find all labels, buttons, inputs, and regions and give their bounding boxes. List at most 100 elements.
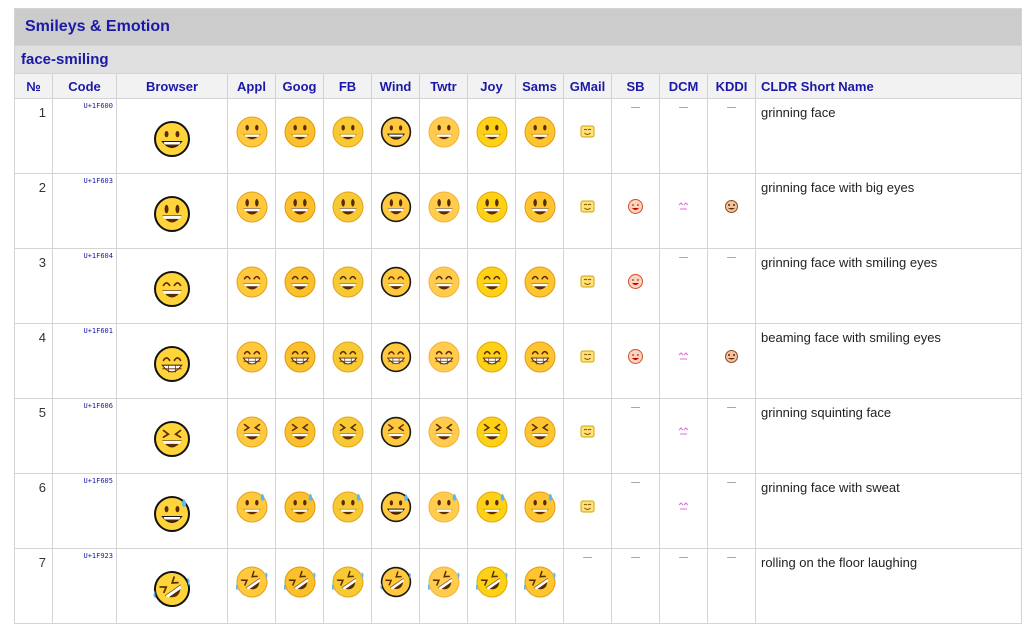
twtr-emoji[interactable] <box>419 98 468 174</box>
twtr-emoji[interactable] <box>419 248 468 324</box>
sb-emoji[interactable] <box>611 248 660 324</box>
kddi-missing-dash[interactable] <box>707 98 756 174</box>
column-header-browser[interactable]: Browser <box>116 73 228 99</box>
joy-emoji[interactable] <box>467 473 516 549</box>
fb-emoji[interactable] <box>323 548 372 624</box>
column-header-cldr-name[interactable]: CLDR Short Name <box>754 73 1023 99</box>
wind-emoji[interactable] <box>371 323 420 399</box>
gmail-missing-dash[interactable] <box>563 548 612 624</box>
gmail-emoji[interactable] <box>563 248 612 324</box>
fb-emoji[interactable] <box>323 248 372 324</box>
wind-emoji[interactable] <box>371 173 420 249</box>
sams-emoji[interactable] <box>515 248 564 324</box>
appl-emoji[interactable] <box>227 98 276 174</box>
sb-missing-dash[interactable] <box>611 398 660 474</box>
sams-emoji[interactable] <box>515 473 564 549</box>
gmail-emoji[interactable] <box>563 398 612 474</box>
code-link[interactable]: U+1F606 <box>52 398 117 474</box>
column-header-gmail[interactable]: GMail <box>563 73 612 99</box>
fb-emoji[interactable] <box>323 398 372 474</box>
column-header-dcm[interactable]: DCM <box>659 73 708 99</box>
joy-emoji[interactable] <box>467 398 516 474</box>
twtr-emoji[interactable] <box>419 173 468 249</box>
fb-emoji[interactable] <box>323 473 372 549</box>
appl-emoji[interactable] <box>227 548 276 624</box>
appl-emoji[interactable] <box>227 248 276 324</box>
kddi-missing-dash[interactable] <box>707 398 756 474</box>
wind-emoji[interactable] <box>371 473 420 549</box>
goog-emoji[interactable] <box>275 398 324 474</box>
column-header-sams[interactable]: Sams <box>515 73 564 99</box>
sb-emoji[interactable] <box>611 173 660 249</box>
joy-emoji[interactable] <box>467 173 516 249</box>
sb-missing-dash[interactable] <box>611 473 660 549</box>
kddi-emoji[interactable] <box>707 323 756 399</box>
wind-emoji[interactable] <box>371 398 420 474</box>
sb-missing-dash[interactable] <box>611 548 660 624</box>
gmail-emoji[interactable] <box>563 323 612 399</box>
column-header-kddi[interactable]: KDDI <box>707 73 756 99</box>
column-header-sb[interactable]: SB <box>611 73 660 99</box>
kddi-missing-dash[interactable] <box>707 473 756 549</box>
goog-emoji[interactable] <box>275 98 324 174</box>
appl-emoji[interactable] <box>227 398 276 474</box>
joy-emoji[interactable] <box>467 323 516 399</box>
goog-emoji[interactable] <box>275 248 324 324</box>
appl-emoji[interactable] <box>227 473 276 549</box>
dcm-missing-dash[interactable] <box>659 548 708 624</box>
sams-emoji[interactable] <box>515 323 564 399</box>
appl-emoji[interactable] <box>227 323 276 399</box>
kddi-missing-dash[interactable] <box>707 248 756 324</box>
column-header-code[interactable]: Code <box>52 73 117 99</box>
subsection-title[interactable]: face-smiling <box>13 45 1023 74</box>
goog-emoji[interactable] <box>275 473 324 549</box>
sams-emoji[interactable] <box>515 398 564 474</box>
dcm-missing-dash[interactable] <box>659 98 708 174</box>
twtr-emoji[interactable] <box>419 548 468 624</box>
fb-emoji[interactable] <box>323 173 372 249</box>
code-link[interactable]: U+1F923 <box>52 548 117 624</box>
twtr-emoji[interactable] <box>419 398 468 474</box>
dcm-emoji[interactable] <box>659 323 708 399</box>
sb-missing-dash[interactable] <box>611 98 660 174</box>
kddi-missing-dash[interactable] <box>707 548 756 624</box>
column-header-joy[interactable]: Joy <box>467 73 516 99</box>
goog-emoji[interactable] <box>275 173 324 249</box>
gmail-emoji[interactable] <box>563 473 612 549</box>
fb-emoji[interactable] <box>323 98 372 174</box>
wind-emoji[interactable] <box>371 248 420 324</box>
sams-emoji[interactable] <box>515 548 564 624</box>
wind-emoji[interactable] <box>371 548 420 624</box>
appl-emoji[interactable] <box>227 173 276 249</box>
column-header-goog[interactable]: Goog <box>275 73 324 99</box>
code-link[interactable]: U+1F603 <box>52 173 117 249</box>
kddi-emoji[interactable] <box>707 173 756 249</box>
code-link[interactable]: U+1F601 <box>52 323 117 399</box>
twtr-emoji[interactable] <box>419 473 468 549</box>
gmail-emoji[interactable] <box>563 98 612 174</box>
dcm-emoji[interactable] <box>659 173 708 249</box>
goog-emoji[interactable] <box>275 323 324 399</box>
code-link[interactable]: U+1F604 <box>52 248 117 324</box>
sb-emoji[interactable] <box>611 323 660 399</box>
column-header-twtr[interactable]: Twtr <box>419 73 468 99</box>
goog-emoji[interactable] <box>275 548 324 624</box>
fb-emoji[interactable] <box>323 323 372 399</box>
column-header-wind[interactable]: Wind <box>371 73 420 99</box>
column-header-num[interactable]: № <box>14 73 53 99</box>
joy-emoji[interactable] <box>467 98 516 174</box>
twtr-emoji[interactable] <box>419 323 468 399</box>
wind-emoji[interactable] <box>371 98 420 174</box>
dcm-emoji[interactable] <box>659 398 708 474</box>
gmail-emoji[interactable] <box>563 173 612 249</box>
joy-emoji[interactable] <box>467 548 516 624</box>
column-header-appl[interactable]: Appl <box>227 73 276 99</box>
sams-emoji[interactable] <box>515 173 564 249</box>
section-title[interactable]: Smileys & Emotion <box>13 8 1023 46</box>
code-link[interactable]: U+1F605 <box>52 473 117 549</box>
dcm-emoji[interactable] <box>659 473 708 549</box>
column-header-fb[interactable]: FB <box>323 73 372 99</box>
joy-emoji[interactable] <box>467 248 516 324</box>
dcm-missing-dash[interactable] <box>659 248 708 324</box>
code-link[interactable]: U+1F600 <box>52 98 117 174</box>
